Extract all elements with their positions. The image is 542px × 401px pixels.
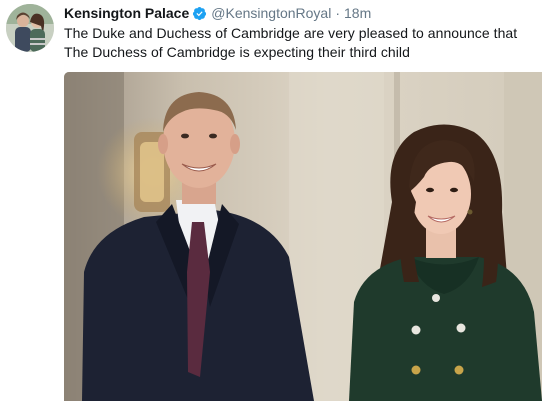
tweet-photo[interactable] bbox=[64, 72, 542, 401]
separator-dot: · bbox=[335, 5, 340, 21]
tweet-timestamp[interactable]: 18m bbox=[344, 4, 371, 22]
avatar-icon bbox=[6, 4, 54, 52]
tweet-header: Kensington Palace @KensingtonRoyal · 18m bbox=[64, 4, 371, 22]
display-name[interactable]: Kensington Palace bbox=[64, 4, 189, 22]
photo-image bbox=[64, 72, 542, 401]
user-handle[interactable]: @KensingtonRoyal bbox=[211, 4, 331, 22]
tweet[interactable]: Kensington Palace @KensingtonRoyal · 18m… bbox=[0, 0, 542, 401]
avatar[interactable] bbox=[6, 4, 54, 52]
tweet-text: The Duke and Duchess of Cambridge are ve… bbox=[64, 25, 518, 60]
verified-badge-icon bbox=[192, 6, 207, 21]
